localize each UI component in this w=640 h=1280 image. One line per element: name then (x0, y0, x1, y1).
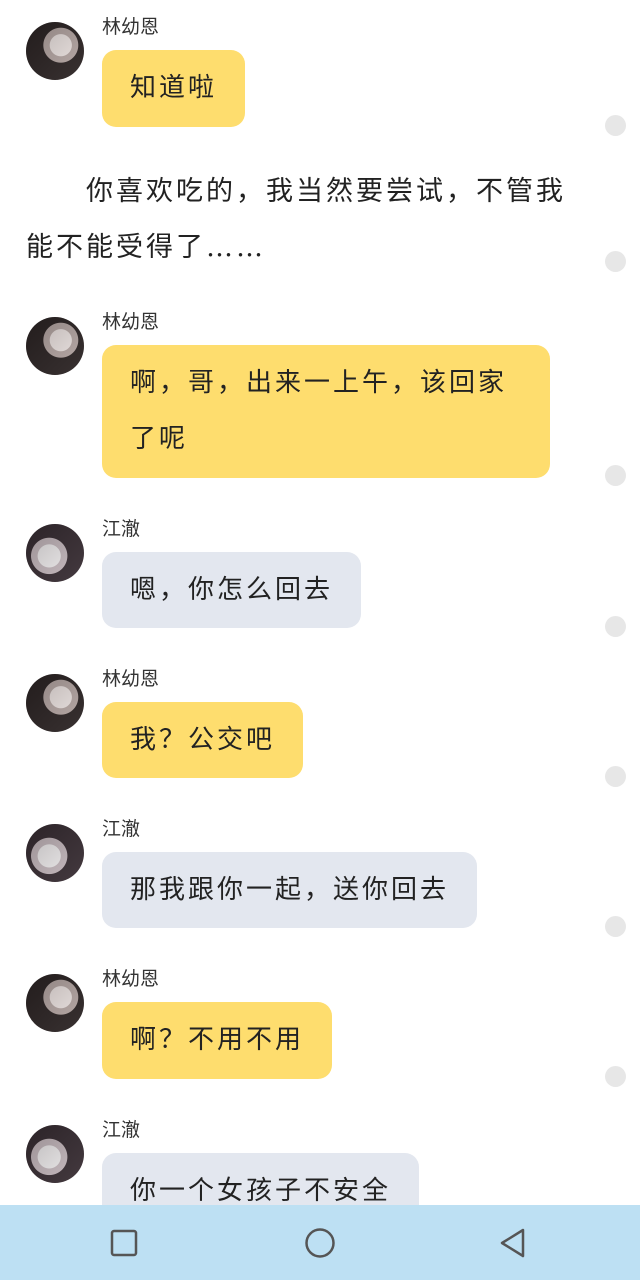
avatar-lin[interactable] (26, 674, 84, 732)
speaker-name: 林幼恩 (102, 668, 160, 690)
narration-line-2: 能不能受得了…… (26, 232, 266, 263)
square-icon[interactable] (104, 1223, 144, 1263)
triangle-back-icon[interactable] (494, 1223, 534, 1263)
message-bubble[interactable]: 啊？不用不用 (102, 1002, 333, 1079)
speaker-name: 江澈 (102, 818, 141, 840)
speaker-name: 江澈 (102, 518, 141, 540)
message-line-2: 了呢 (130, 424, 189, 454)
avatar-lin[interactable] (26, 974, 84, 1032)
speaker-name: 林幼恩 (102, 968, 160, 990)
speaker-name: 林幼恩 (102, 311, 160, 333)
speaker-name: 林幼恩 (102, 16, 160, 38)
comment-dot[interactable] (605, 616, 626, 637)
avatar-jiang[interactable] (26, 524, 84, 582)
system-navigation-bar (0, 1205, 640, 1280)
comment-dot[interactable] (605, 766, 626, 787)
message-line-1: 啊，哥，出来一上午，该回家 (130, 368, 508, 398)
comment-dot[interactable] (605, 251, 626, 272)
message-bubble[interactable]: 啊，哥，出来一上午，该回家 了呢 (102, 345, 550, 478)
comment-dot[interactable] (605, 465, 626, 486)
speaker-name: 江澈 (102, 1119, 141, 1141)
message-bubble[interactable]: 我？公交吧 (102, 702, 304, 778)
comment-dot[interactable] (605, 1066, 626, 1087)
message-bubble[interactable]: 嗯，你怎么回去 (102, 552, 362, 628)
comment-dot[interactable] (605, 115, 626, 136)
narration-text: 你喜欢吃的，我当然要尝试，不管我 能不能受得了…… (26, 164, 586, 276)
avatar-lin[interactable] (26, 317, 84, 375)
message-bubble[interactable]: 知道啦 (102, 50, 246, 127)
avatar-jiang[interactable] (26, 824, 84, 882)
message-bubble[interactable]: 那我跟你一起，送你回去 (102, 852, 478, 928)
avatar-jiang[interactable] (26, 1125, 84, 1183)
comment-dot[interactable] (605, 916, 626, 937)
narration-line-1: 你喜欢吃的，我当然要尝试，不管我 (26, 176, 566, 207)
avatar-lin[interactable] (26, 22, 84, 80)
circle-icon[interactable] (300, 1223, 340, 1263)
